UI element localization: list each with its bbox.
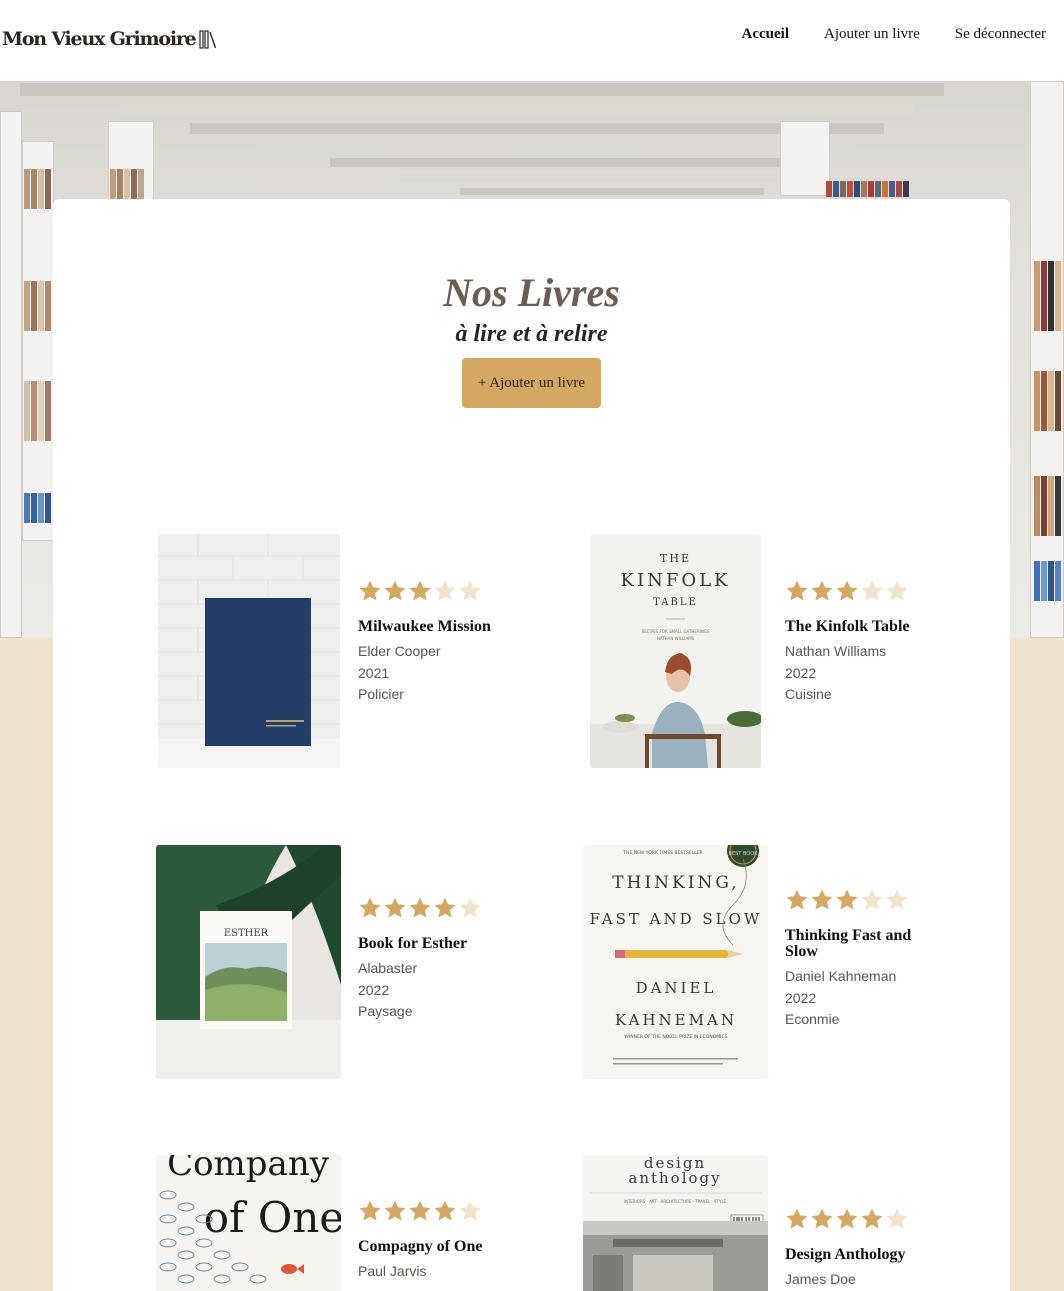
star-filled-icon [786,889,808,910]
star-filled-icon [434,1200,456,1221]
book-author: Paul Jarvis [358,1263,427,1279]
book-year: 2022 [785,989,817,1006]
rating-stars [358,579,508,603]
star-filled-icon [811,580,833,601]
star-filled-icon [359,580,381,601]
star-filled-icon [359,897,381,918]
book-genre: Econmie [785,1011,840,1027]
book-cover[interactable]: Company of One [156,1155,341,1291]
cover-line2: anthology [628,1169,721,1187]
book-cover[interactable]: design anthology INTERIORS · ART · ARCHI… [583,1155,768,1291]
book-cover[interactable]: THE NEW YORK TIMES BESTSELLER BEST BOOK … [583,845,768,1079]
star-filled-icon [836,889,858,910]
star-empty-icon [861,580,883,601]
star-filled-icon [861,1208,883,1229]
book-genre: Paysage [358,1003,413,1019]
star-filled-icon [786,1208,808,1229]
cover-line1: Company [167,1155,330,1184]
nav-logout[interactable]: Se déconnecter [955,26,1046,43]
star-filled-icon [409,1200,431,1221]
cover-line1: THINKING, [612,873,739,893]
nav-home[interactable]: Accueil [742,26,789,43]
rating-stars [785,1207,945,1231]
book-title: Book for Esther [358,935,468,952]
book-genre: Policier [358,686,404,702]
star-filled-icon [434,897,456,918]
book-author: Daniel Kahneman [785,968,897,984]
star-filled-icon [384,1200,406,1221]
top-header: Mon Vieux Grimoire Accueil Ajouter un li… [0,0,1064,81]
books-card: Nos Livres à lire et à relire + Ajouter … [53,199,1010,1291]
cover-sections: INTERIORS · ART · ARCHITECTURE · TRAVEL … [624,1199,727,1204]
star-empty-icon [459,897,481,918]
star-empty-icon [886,889,908,910]
book-author: Elder Cooper [358,643,441,659]
star-empty-icon [886,1208,908,1229]
nav-add-book[interactable]: Ajouter un livre [824,26,920,43]
star-filled-icon [836,580,858,601]
rating-stars [358,1199,508,1223]
cover-award: WINNER OF THE NOBEL PRIZE IN ECONOMICS [625,1034,728,1040]
cover-badge: BEST BOOK [729,851,759,857]
book-author: James Doe [785,1271,856,1287]
book-cover[interactable]: THE KINFOLK TABLE RECIPES FOR SMALL GATH… [590,534,761,768]
cover-author2: KAHNEMAN [615,1011,737,1029]
cover-top-text: THE NEW YORK TIMES BESTSELLER [622,850,702,856]
star-filled-icon [836,1208,858,1229]
cover-text-kinfolk: KINFOLK [621,570,731,591]
logo-text: Mon Vieux Grimoire [2,28,197,50]
book-title: Design Anthology [785,1246,906,1263]
star-filled-icon [786,580,808,601]
star-filled-icon [384,580,406,601]
star-empty-icon [886,580,908,601]
book-cover[interactable]: ESTHER [156,845,341,1079]
star-empty-icon [861,889,883,910]
book-author: Nathan Williams [785,643,887,659]
rating-stars [785,888,935,912]
cover-author: NATHAN WILLIAMS [657,636,695,641]
page-subtitle: à lire et à relire [455,321,608,347]
star-filled-icon [409,580,431,601]
page-title: Nos Livres [443,270,620,315]
rating-stars [785,579,935,603]
star-empty-icon [459,580,481,601]
book-genre: Cuisine [785,686,832,702]
star-filled-icon [811,889,833,910]
star-filled-icon [811,1208,833,1229]
book-year: 2021 [358,664,390,681]
cover-line2: of One [204,1193,341,1242]
book-author: Alabaster [358,960,418,976]
cover-tagline: RECIPES FOR SMALL GATHERINGS [641,629,710,634]
book-title: Milwaukee Mission [358,618,491,635]
cover-author1: DANIEL [636,979,717,997]
book-year: 2022 [785,664,817,681]
cover-text-the: THE [660,552,691,565]
book-cover[interactable] [158,534,340,768]
logo[interactable]: Mon Vieux Grimoire [2,28,217,50]
book-title: Thinking Fast and Slow [785,927,912,960]
cover-esther-title: ESTHER [224,928,269,939]
star-filled-icon [409,897,431,918]
book-title: Compagny of One [358,1238,483,1255]
star-filled-icon [384,897,406,918]
book-year: 2022 [358,981,390,998]
books-logo-icon [198,30,216,49]
star-filled-icon [359,1200,381,1221]
main-nav: Accueil Ajouter un livre Se déconnecter [742,26,1047,43]
star-empty-icon [434,580,456,601]
star-empty-icon [459,1200,481,1221]
cover-line2: FAST AND SLOW [590,910,763,928]
rating-stars [358,896,508,920]
book-title: The Kinfolk Table [785,618,910,635]
cover-text-table: TABLE [653,597,698,608]
add-book-button[interactable]: + Ajouter un livre [462,358,601,408]
